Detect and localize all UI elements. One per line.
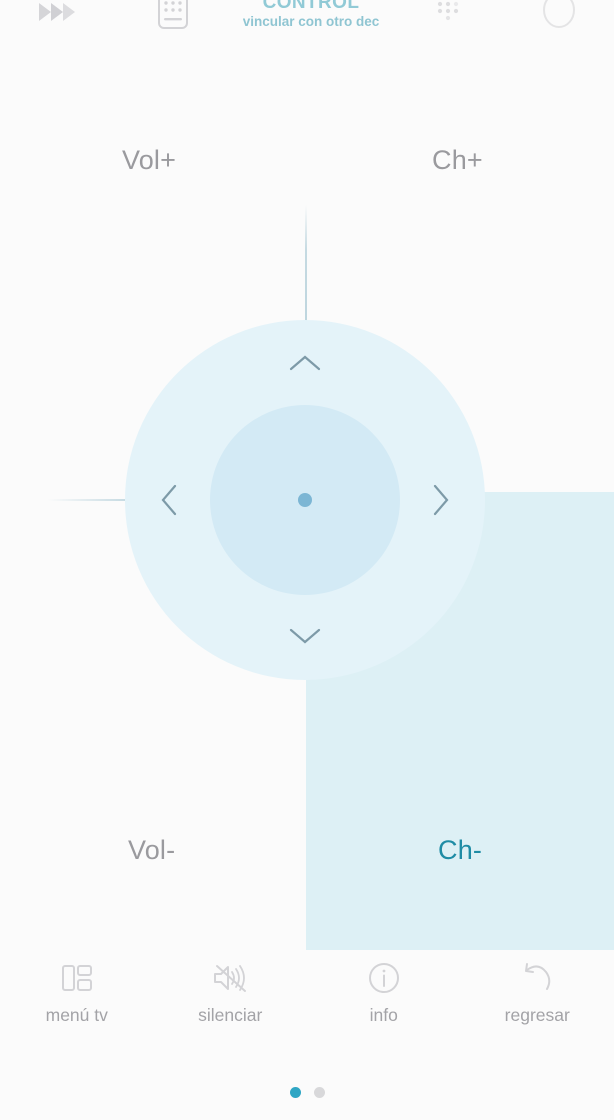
info-button[interactable]: info [307,948,461,1026]
chevron-up-icon [289,355,321,371]
info-icon [367,958,401,998]
mute-icon [211,958,249,998]
dpad-up-button[interactable] [287,352,323,374]
dpad-down-button[interactable] [287,625,323,647]
fast-forward-icon [39,3,75,21]
page-dot-1[interactable] [289,1087,301,1098]
device-title-group: CONTROL vincular con otro dec [228,0,394,38]
tv-menu-button[interactable]: menú tv [0,948,154,1026]
horizontal-guide-line [48,499,134,501]
vertical-guide-line [305,205,307,335]
back-label: regresar [504,1005,570,1025]
mute-button[interactable]: silenciar [154,948,308,1026]
info-label: info [369,1005,398,1025]
dpad-control[interactable] [125,320,485,680]
dpad-ok-button[interactable] [298,493,312,507]
tv-menu-icon [60,958,94,998]
dpad-right-button[interactable] [430,482,452,518]
bottom-toolbar: menú tv silenciar info regresar [0,948,614,1060]
keypad-button[interactable] [118,0,228,38]
chevron-right-icon [433,484,449,516]
vol-up-label[interactable]: Vol+ [122,145,176,176]
dpad-left-button[interactable] [158,482,180,518]
ch-down-label[interactable]: Ch- [438,835,482,866]
power-icon [543,0,575,28]
back-button[interactable]: regresar [461,948,614,1026]
pair-device-link[interactable]: vincular con otro dec [243,13,380,31]
chevron-left-icon [161,484,177,516]
number-grid-button[interactable] [394,0,504,38]
remote-keypad-icon [158,0,188,29]
tv-menu-label: menú tv [45,1005,108,1025]
remote-control-screen: CONTROL vincular con otro dec Vol+ Ch+ V… [0,0,614,1120]
ch-up-label[interactable]: Ch+ [432,145,483,176]
mute-label: silenciar [198,1005,263,1025]
top-bar: CONTROL vincular con otro dec [0,0,614,38]
back-icon [519,958,555,998]
number-grid-icon [437,1,459,21]
vol-down-label[interactable]: Vol- [128,835,175,866]
device-title: CONTROL [262,0,360,13]
page-dot-2[interactable] [313,1087,325,1098]
fast-forward-button[interactable] [0,0,118,38]
page-indicator [0,1087,614,1098]
power-button[interactable] [504,0,614,38]
chevron-down-icon [289,628,321,644]
